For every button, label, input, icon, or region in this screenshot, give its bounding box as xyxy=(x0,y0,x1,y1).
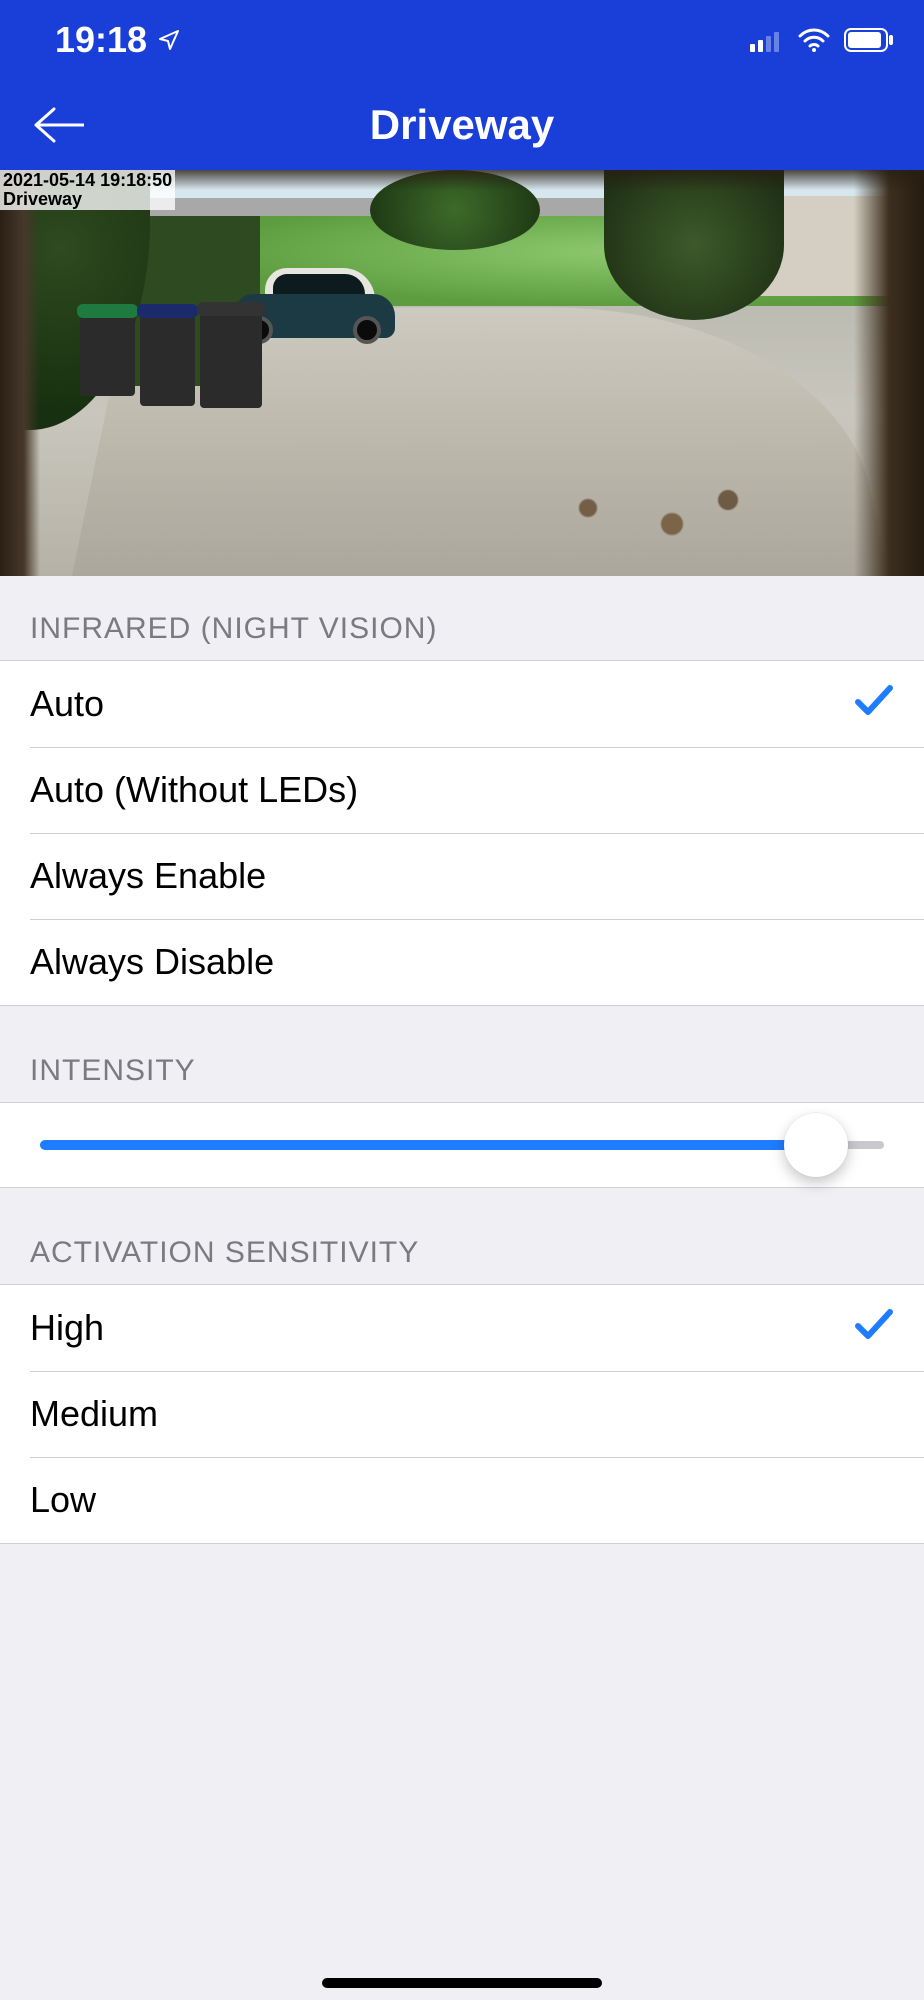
infrared-option-always-enable[interactable]: Always Enable xyxy=(0,833,924,919)
status-time: 19:18 xyxy=(55,19,147,61)
sensitivity-option-high[interactable]: High xyxy=(0,1285,924,1371)
section-header-intensity: INTENSITY xyxy=(0,1006,924,1102)
intensity-slider[interactable] xyxy=(0,1102,924,1188)
checkmark-icon xyxy=(854,1307,894,1349)
preview-bin xyxy=(200,312,262,408)
sensitivity-option-list: High Medium Low xyxy=(0,1284,924,1544)
camera-osd-overlay: 2021-05-14 19:18:50 Driveway xyxy=(0,170,175,210)
preview-vignette xyxy=(854,170,924,576)
page-title: Driveway xyxy=(370,101,554,149)
camera-preview[interactable]: 2021-05-14 19:18:50 Driveway xyxy=(0,170,924,576)
back-button[interactable] xyxy=(28,95,88,155)
preview-tree xyxy=(604,170,784,320)
infrared-option-list: Auto Auto (Without LEDs) Always Enable A… xyxy=(0,660,924,1006)
checkmark-icon xyxy=(854,683,894,725)
slider-thumb[interactable] xyxy=(784,1113,848,1177)
option-label: Medium xyxy=(30,1393,158,1435)
infrared-option-always-disable[interactable]: Always Disable xyxy=(0,919,924,1005)
section-header-infrared: INFRARED (NIGHT VISION) xyxy=(0,576,924,660)
preview-bin xyxy=(140,314,195,406)
option-label: Auto xyxy=(30,683,104,725)
infrared-option-auto[interactable]: Auto xyxy=(0,661,924,747)
nav-bar: Driveway xyxy=(0,80,924,170)
cellular-signal-icon xyxy=(750,19,784,61)
sensitivity-option-low[interactable]: Low xyxy=(0,1457,924,1543)
battery-icon xyxy=(844,19,894,61)
preview-vignette xyxy=(0,170,40,576)
sensitivity-option-medium[interactable]: Medium xyxy=(0,1371,924,1457)
infrared-option-auto-without-leds[interactable]: Auto (Without LEDs) xyxy=(0,747,924,833)
option-label: Auto (Without LEDs) xyxy=(30,769,358,811)
preview-leaves xyxy=(504,476,784,556)
option-label: Always Disable xyxy=(30,941,274,983)
option-label: High xyxy=(30,1307,104,1349)
osd-timestamp: 2021-05-14 19:18:50 xyxy=(3,171,172,190)
wifi-icon xyxy=(798,19,830,61)
back-arrow-icon xyxy=(32,105,84,145)
home-indicator[interactable] xyxy=(322,1978,602,1988)
option-label: Always Enable xyxy=(30,855,266,897)
option-label: Low xyxy=(30,1479,96,1521)
location-arrow-icon xyxy=(157,19,181,61)
osd-camera-name: Driveway xyxy=(3,190,172,209)
preview-bin xyxy=(80,314,135,396)
status-bar: 19:18 xyxy=(0,0,924,80)
section-header-sensitivity: ACTIVATION SENSITIVITY xyxy=(0,1188,924,1284)
slider-fill xyxy=(40,1140,816,1150)
